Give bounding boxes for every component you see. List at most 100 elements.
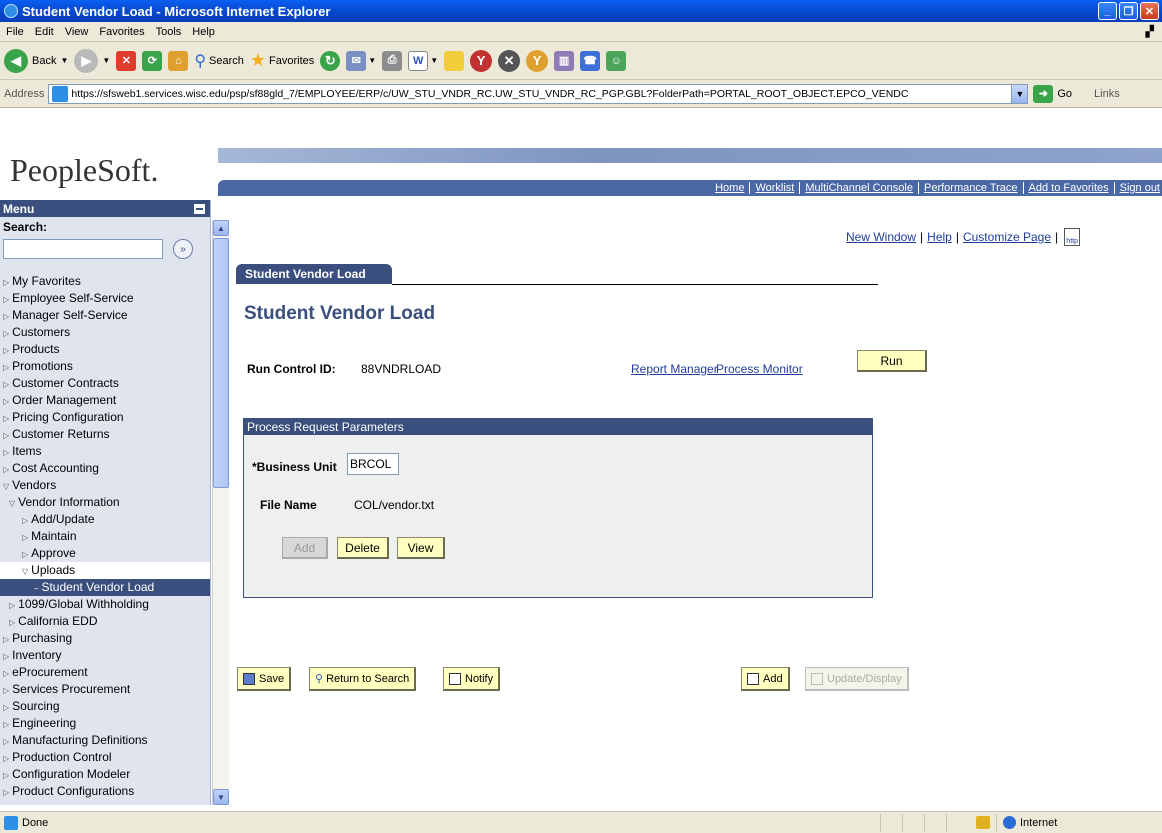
menu-scrollbar[interactable]: ▲ ▼ bbox=[212, 220, 229, 805]
menu-search-go-icon[interactable]: » bbox=[173, 239, 193, 259]
menu-item[interactable]: ▷ Inventory bbox=[0, 647, 210, 664]
http-icon[interactable]: http bbox=[1064, 228, 1081, 246]
menu-help[interactable]: Help bbox=[192, 26, 215, 38]
home-button[interactable]: ⌂ bbox=[168, 50, 189, 71]
menu-edit[interactable]: Edit bbox=[35, 26, 54, 38]
update-display-icon bbox=[811, 672, 823, 685]
menu-item[interactable]: ▷ Sourcing bbox=[0, 698, 210, 715]
menu-item[interactable]: ▷ Pricing Configuration bbox=[0, 409, 210, 426]
toolbar-extra-1[interactable]: Y bbox=[526, 49, 549, 72]
menu-item[interactable]: – Student Vendor Load bbox=[0, 579, 210, 596]
menu-item[interactable]: ▷ Purchasing bbox=[0, 630, 210, 647]
return-to-search-button[interactable]: ⚲ Return to Search bbox=[309, 667, 417, 691]
menu-item[interactable]: ▷ 1099/Global Withholding bbox=[0, 596, 210, 613]
process-monitor-link[interactable]: Process Monitor bbox=[716, 362, 803, 376]
menu-item[interactable]: ▷ Items bbox=[0, 443, 210, 460]
menu-item[interactable]: ▷ Services Procurement bbox=[0, 681, 210, 698]
minimize-button[interactable]: _ bbox=[1098, 2, 1117, 20]
menu-item[interactable]: ▷ Employee Self-Service bbox=[0, 290, 210, 307]
view-attachment-button[interactable]: View bbox=[397, 537, 445, 559]
menu-item-label: Promotions bbox=[12, 359, 73, 373]
menu-item[interactable]: ▷ Maintain bbox=[0, 528, 210, 545]
add-button[interactable]: Add bbox=[741, 667, 790, 691]
menu-item[interactable]: ▷ Approve bbox=[0, 545, 210, 562]
customize-page-link[interactable]: Customize Page bbox=[963, 230, 1051, 244]
menu-view[interactable]: View bbox=[65, 26, 89, 38]
tab-underline bbox=[392, 284, 878, 285]
history-button[interactable]: ↻ bbox=[320, 50, 341, 71]
scroll-up-icon[interactable]: ▲ bbox=[213, 220, 229, 236]
refresh-button[interactable]: ⟳ bbox=[142, 50, 163, 71]
menu-item[interactable]: ▽ Uploads bbox=[0, 562, 210, 579]
nav-multichannel-console[interactable]: MultiChannel Console bbox=[799, 182, 918, 194]
triangle-right-icon: ▷ bbox=[3, 669, 10, 678]
forward-button[interactable]: ▶ ▼ bbox=[74, 48, 110, 73]
menu-item[interactable]: ▷ Product Configurations bbox=[0, 783, 210, 800]
menu-item[interactable]: ▷ Cost Accounting bbox=[0, 460, 210, 477]
menu-tools[interactable]: Tools bbox=[156, 26, 182, 38]
menu-item[interactable]: ▷ Customer Returns bbox=[0, 426, 210, 443]
print-button[interactable]: ⎙ bbox=[382, 50, 403, 71]
scroll-down-icon[interactable]: ▼ bbox=[213, 789, 229, 805]
maximize-button[interactable]: ❐ bbox=[1119, 2, 1138, 20]
menu-item[interactable]: ▷ Promotions bbox=[0, 358, 210, 375]
run-button[interactable]: Run bbox=[857, 350, 927, 372]
minimize-menu-icon[interactable] bbox=[194, 203, 205, 214]
menu-item[interactable]: ▷ Engineering bbox=[0, 715, 210, 732]
menu-item[interactable]: ▷ My Favorites bbox=[0, 273, 210, 290]
search-button[interactable]: ⚲ Search bbox=[194, 51, 244, 71]
toolbar-extra-2[interactable]: ▥ bbox=[554, 50, 575, 71]
save-button[interactable]: Save bbox=[237, 667, 292, 691]
help-link[interactable]: Help bbox=[927, 230, 952, 244]
menu-item[interactable]: ▷ Customers bbox=[0, 324, 210, 341]
close-button[interactable]: ✕ bbox=[1140, 2, 1159, 20]
page-done-icon bbox=[4, 815, 18, 830]
back-button[interactable]: ◀ Back ▼ bbox=[4, 48, 68, 73]
messenger-button[interactable]: Y bbox=[470, 49, 493, 72]
links-label[interactable]: Links bbox=[1094, 88, 1120, 100]
go-button[interactable]: ➜ Go bbox=[1033, 84, 1072, 103]
edit-button[interactable]: W ▼ bbox=[408, 50, 438, 71]
stop-button[interactable]: ✕ bbox=[116, 50, 137, 71]
popup-blocker-button[interactable]: ✕ bbox=[498, 49, 521, 72]
nav-add-to-favorites[interactable]: Add to Favorites bbox=[1022, 182, 1114, 194]
menu-item[interactable]: ▷ Manager Self-Service bbox=[0, 307, 210, 324]
menu-item-label: Configuration Modeler bbox=[12, 767, 131, 781]
menu-item[interactable]: ▷ California EDD bbox=[0, 613, 210, 630]
business-unit-input[interactable]: BRCOL bbox=[347, 453, 399, 475]
menu-item[interactable]: ▷ Customer Contracts bbox=[0, 375, 210, 392]
address-input[interactable]: https://sfsweb1.services.wisc.edu/psp/sf… bbox=[48, 83, 1029, 104]
add-attachment-button[interactable]: Add bbox=[282, 537, 328, 559]
menu-item[interactable]: ▷ eProcurement bbox=[0, 664, 210, 681]
menu-favorites[interactable]: Favorites bbox=[99, 26, 144, 38]
menu-item[interactable]: ▷ Products bbox=[0, 341, 210, 358]
nav-performance-trace[interactable]: Performance Trace bbox=[917, 182, 1023, 194]
address-dropdown-icon[interactable]: ▼ bbox=[1011, 84, 1028, 103]
save-icon bbox=[243, 672, 255, 685]
delete-attachment-button[interactable]: Delete bbox=[337, 537, 389, 559]
menu-item[interactable]: ▷ Configuration Modeler bbox=[0, 766, 210, 783]
menu-file[interactable]: File bbox=[6, 26, 24, 38]
scroll-thumb[interactable] bbox=[213, 238, 229, 488]
menu-item[interactable]: ▷ Production Control bbox=[0, 749, 210, 766]
menu-item-label: 1099/Global Withholding bbox=[18, 597, 149, 611]
nav-home[interactable]: Home bbox=[710, 182, 749, 194]
menu-item[interactable]: ▽ Vendor Information bbox=[0, 494, 210, 511]
notify-button[interactable]: Notify bbox=[443, 667, 501, 691]
mail-button[interactable]: ✉ ▼ bbox=[346, 50, 376, 71]
nav-worklist[interactable]: Worklist bbox=[749, 182, 799, 194]
update-display-button[interactable]: Update/Display bbox=[805, 667, 909, 691]
toolbar-extra-3[interactable]: ☎ bbox=[580, 50, 601, 71]
favorites-button[interactable]: ★ Favorites bbox=[250, 50, 314, 71]
report-manager-link[interactable]: Report Manager bbox=[631, 362, 718, 376]
menu-item[interactable]: ▽ Vendors bbox=[0, 477, 210, 494]
folder-button[interactable] bbox=[444, 50, 465, 71]
menu-search-input[interactable] bbox=[3, 239, 163, 259]
nav-sign-out[interactable]: Sign out bbox=[1113, 182, 1162, 194]
menu-item[interactable]: ▷ Order Management bbox=[0, 392, 210, 409]
toolbar-extra-4[interactable]: ☺ bbox=[606, 50, 627, 71]
new-window-link[interactable]: New Window bbox=[846, 230, 916, 244]
tab-student-vendor-load[interactable]: Student Vendor Load bbox=[236, 264, 392, 284]
menu-item[interactable]: ▷ Manufacturing Definitions bbox=[0, 732, 210, 749]
menu-item[interactable]: ▷ Add/Update bbox=[0, 511, 210, 528]
